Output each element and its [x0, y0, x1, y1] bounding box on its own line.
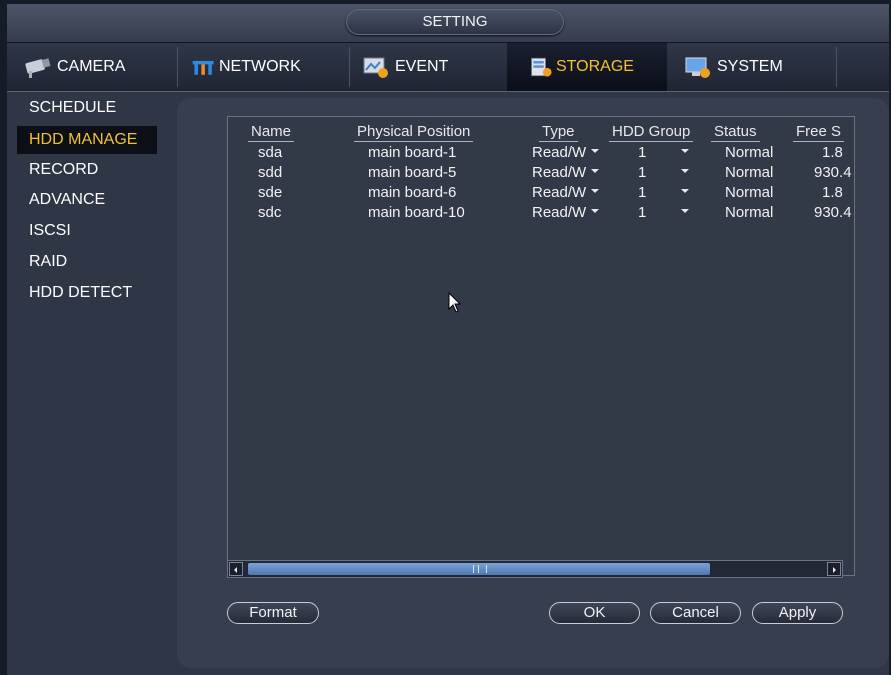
group-value: 1 — [638, 184, 647, 201]
cell-physical-position: main board-5 — [368, 164, 457, 181]
chevron-down-icon — [591, 149, 600, 154]
cell-free-space: 1.8 — [822, 144, 843, 161]
group-value: 1 — [638, 204, 647, 221]
column-header-name[interactable]: Name — [248, 123, 295, 142]
tab-label: SYSTEM — [717, 58, 783, 75]
cell-status: Normal — [725, 144, 774, 161]
tab-label: NETWORK — [219, 58, 301, 75]
table-row[interactable]: sdd main board-5 Read/W 1 Normal 930.4 — [228, 163, 854, 183]
group-value: 1 — [638, 164, 647, 181]
column-header-type[interactable]: Type — [539, 123, 578, 142]
type-value: Read/W — [532, 184, 587, 201]
tab-divider — [836, 47, 837, 87]
table-row[interactable]: sda main board-1 Read/W 1 Normal 1.8 — [228, 143, 854, 163]
column-header-status[interactable]: Status — [711, 123, 760, 142]
title-bar: SETTING — [7, 4, 889, 42]
storage-icon — [531, 57, 552, 77]
type-dropdown[interactable]: Read/W — [532, 183, 600, 203]
cell-status: Normal — [725, 164, 774, 181]
cell-physical-position: main board-1 — [368, 144, 457, 161]
tab-label: STORAGE — [556, 58, 634, 75]
camera-icon — [25, 58, 51, 78]
tab-divider — [177, 47, 178, 87]
format-button[interactable]: Format — [227, 602, 319, 624]
column-header-physical-position[interactable]: Physical Position — [354, 123, 474, 142]
chevron-down-icon — [681, 149, 690, 154]
sidebar-item-hdd-manage[interactable]: HDD MANAGE — [17, 126, 157, 154]
tab-event[interactable]: EVENT — [357, 43, 507, 91]
chevron-down-icon — [681, 189, 690, 194]
cell-name: sda — [258, 144, 283, 161]
cell-free-space: 1.8 — [822, 184, 843, 201]
type-value: Read/W — [532, 204, 587, 221]
sidebar-item-raid[interactable]: RAID — [17, 248, 157, 276]
hdd-group-dropdown[interactable]: 1 — [638, 183, 690, 203]
hdd-group-dropdown[interactable]: 1 — [638, 203, 690, 223]
grip-icon — [473, 565, 487, 573]
chevron-down-icon — [681, 169, 690, 174]
tab-label: EVENT — [395, 58, 449, 75]
table-row[interactable]: sdc main board-10 Read/W 1 Normal 930.4 — [228, 203, 854, 223]
scrollbar-thumb[interactable] — [248, 563, 710, 575]
ok-button[interactable]: OK — [549, 602, 640, 624]
column-header-free-space[interactable]: Free S — [793, 123, 845, 142]
hdd-group-dropdown[interactable]: 1 — [638, 163, 690, 183]
sidebar-item-advance[interactable]: ADVANCE — [17, 186, 157, 214]
system-icon — [685, 57, 710, 78]
arrow-right-icon — [833, 567, 836, 573]
type-dropdown[interactable]: Read/W — [532, 143, 600, 163]
scroll-right-button[interactable] — [827, 562, 841, 576]
chevron-down-icon — [591, 209, 600, 214]
cell-free-space: 930.4 — [814, 204, 852, 221]
chevron-down-icon — [591, 169, 600, 174]
tab-network[interactable]: NETWORK — [191, 43, 341, 91]
cancel-button[interactable]: Cancel — [650, 602, 741, 624]
table-row[interactable]: sde main board-6 Read/W 1 Normal 1.8 — [228, 183, 854, 203]
cell-status: Normal — [725, 184, 774, 201]
sidebar-item-schedule[interactable]: SCHEDULE — [17, 94, 157, 122]
type-dropdown[interactable]: Read/W — [532, 203, 600, 223]
mouse-pointer-icon — [448, 292, 462, 313]
tab-divider — [349, 47, 350, 87]
cell-status: Normal — [725, 204, 774, 221]
type-dropdown[interactable]: Read/W — [532, 163, 600, 183]
tab-camera[interactable]: CAMERA — [13, 43, 163, 91]
cell-name: sdc — [258, 204, 282, 221]
cell-free-space: 930.4 — [814, 164, 852, 181]
setting-window: SETTING CAMERA NETWORK EVENT STORAGE SYS… — [7, 4, 889, 675]
type-value: Read/W — [532, 144, 587, 161]
hdd-group-dropdown[interactable]: 1 — [638, 143, 690, 163]
apply-button[interactable]: Apply — [752, 602, 843, 624]
window-title: SETTING — [346, 9, 564, 35]
hdd-table: Name Physical Position Type HDD Group St… — [227, 116, 855, 576]
column-header-hdd-group[interactable]: HDD Group — [609, 123, 694, 142]
sidebar-item-record[interactable]: RECORD — [17, 156, 157, 184]
horizontal-scrollbar[interactable] — [227, 560, 843, 578]
arrow-left-icon — [234, 567, 237, 573]
cell-physical-position: main board-10 — [368, 204, 465, 221]
network-icon — [192, 60, 214, 75]
sidebar-item-hdd-detect[interactable]: HDD DETECT — [17, 279, 157, 307]
main-tab-bar: CAMERA NETWORK EVENT STORAGE SYSTEM — [7, 42, 889, 92]
chevron-down-icon — [681, 209, 690, 214]
tab-label: CAMERA — [57, 58, 126, 75]
group-value: 1 — [638, 144, 647, 161]
cell-name: sdd — [258, 164, 283, 181]
table-header: Name Physical Position Type HDD Group St… — [228, 123, 854, 143]
scroll-left-button[interactable] — [229, 562, 243, 576]
sidebar-item-iscsi[interactable]: ISCSI — [17, 217, 157, 245]
tab-system[interactable]: SYSTEM — [683, 43, 833, 91]
cell-name: sde — [258, 184, 283, 201]
event-icon — [363, 57, 388, 78]
cell-physical-position: main board-6 — [368, 184, 457, 201]
tab-storage[interactable]: STORAGE — [507, 43, 667, 91]
chevron-down-icon — [591, 189, 600, 194]
type-value: Read/W — [532, 164, 587, 181]
